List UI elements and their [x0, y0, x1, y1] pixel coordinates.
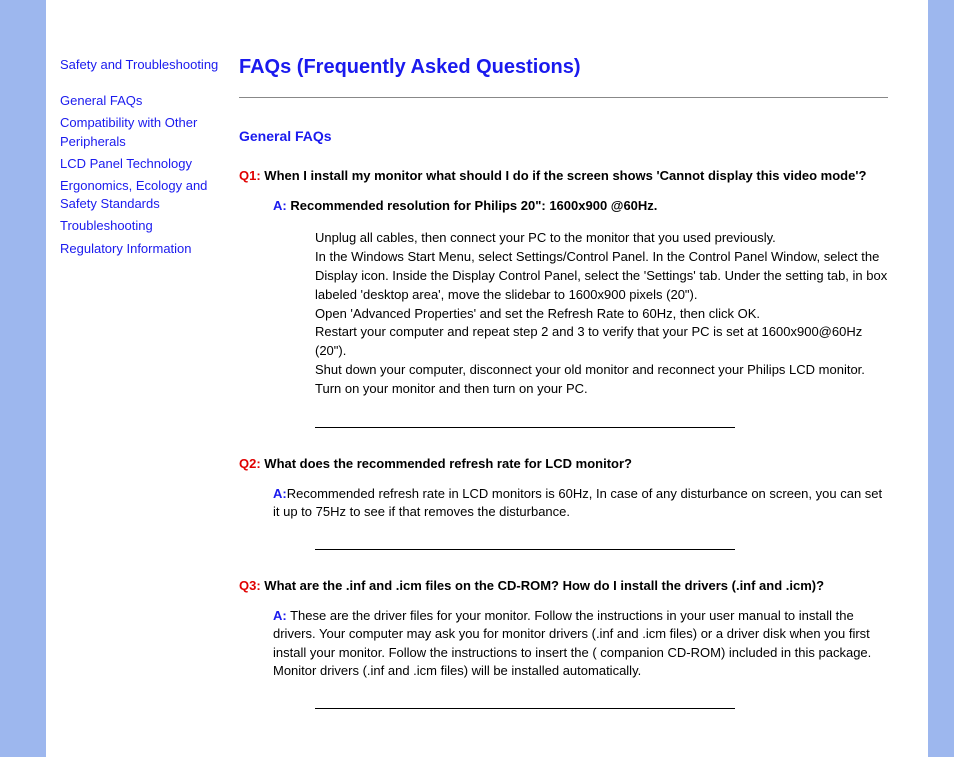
q1-steps: Unplug all cables, then connect your PC … — [315, 229, 888, 399]
title-rule — [239, 97, 888, 98]
q1-step: Unplug all cables, then connect your PC … — [315, 229, 888, 248]
q1-a-text: Recommended resolution for Philips 20": … — [290, 198, 657, 213]
q3-a-label: A: — [273, 608, 287, 623]
section-title: General FAQs — [239, 128, 888, 144]
right-stripe — [928, 0, 954, 757]
q1-a-label: A: — [273, 198, 287, 213]
faq-q2: Q2: What does the recommended refresh ra… — [239, 456, 888, 521]
left-stripe — [0, 0, 46, 757]
q1-step: Open 'Advanced Properties' and set the R… — [315, 305, 888, 324]
q2-a-label: A: — [273, 486, 287, 501]
divider — [315, 549, 735, 550]
nav-lcd-panel-tech[interactable]: LCD Panel Technology — [60, 155, 221, 173]
page-title: FAQs (Frequently Asked Questions) — [239, 56, 888, 79]
q1-step: In the Windows Start Menu, select Settin… — [315, 248, 888, 305]
nav-compatibility[interactable]: Compatibility with Other Peripherals — [60, 114, 221, 150]
sidebar: Safety and Troubleshooting General FAQs … — [46, 0, 231, 757]
faq-q1: Q1: When I install my monitor what shoul… — [239, 168, 888, 399]
q1-step: Turn on your monitor and then turn on yo… — [315, 380, 888, 399]
divider — [315, 708, 735, 709]
q1-step: Restart your computer and repeat step 2 … — [315, 323, 888, 361]
divider — [315, 427, 735, 428]
q3-label: Q3: — [239, 578, 261, 593]
q3-text: What are the .inf and .icm files on the … — [264, 578, 824, 593]
faq-q3: Q3: What are the .inf and .icm files on … — [239, 578, 888, 680]
q1-label: Q1: — [239, 168, 261, 183]
nav-general-faqs[interactable]: General FAQs — [60, 92, 221, 110]
q2-a-text: Recommended refresh rate in LCD monitors… — [273, 486, 882, 519]
nav-ergonomics[interactable]: Ergonomics, Ecology and Safety Standards — [60, 177, 221, 213]
q1-step: Shut down your computer, disconnect your… — [315, 361, 888, 380]
q1-text: When I install my monitor what should I … — [264, 168, 866, 183]
q2-label: Q2: — [239, 456, 261, 471]
nav-regulatory[interactable]: Regulatory Information — [60, 240, 221, 258]
q3-a-text: These are the driver files for your moni… — [273, 608, 871, 678]
nav-safety-troubleshooting[interactable]: Safety and Troubleshooting — [60, 56, 221, 74]
main-content: FAQs (Frequently Asked Questions) Genera… — [231, 0, 928, 757]
q2-text: What does the recommended refresh rate f… — [264, 456, 632, 471]
nav-troubleshooting[interactable]: Troubleshooting — [60, 217, 221, 235]
